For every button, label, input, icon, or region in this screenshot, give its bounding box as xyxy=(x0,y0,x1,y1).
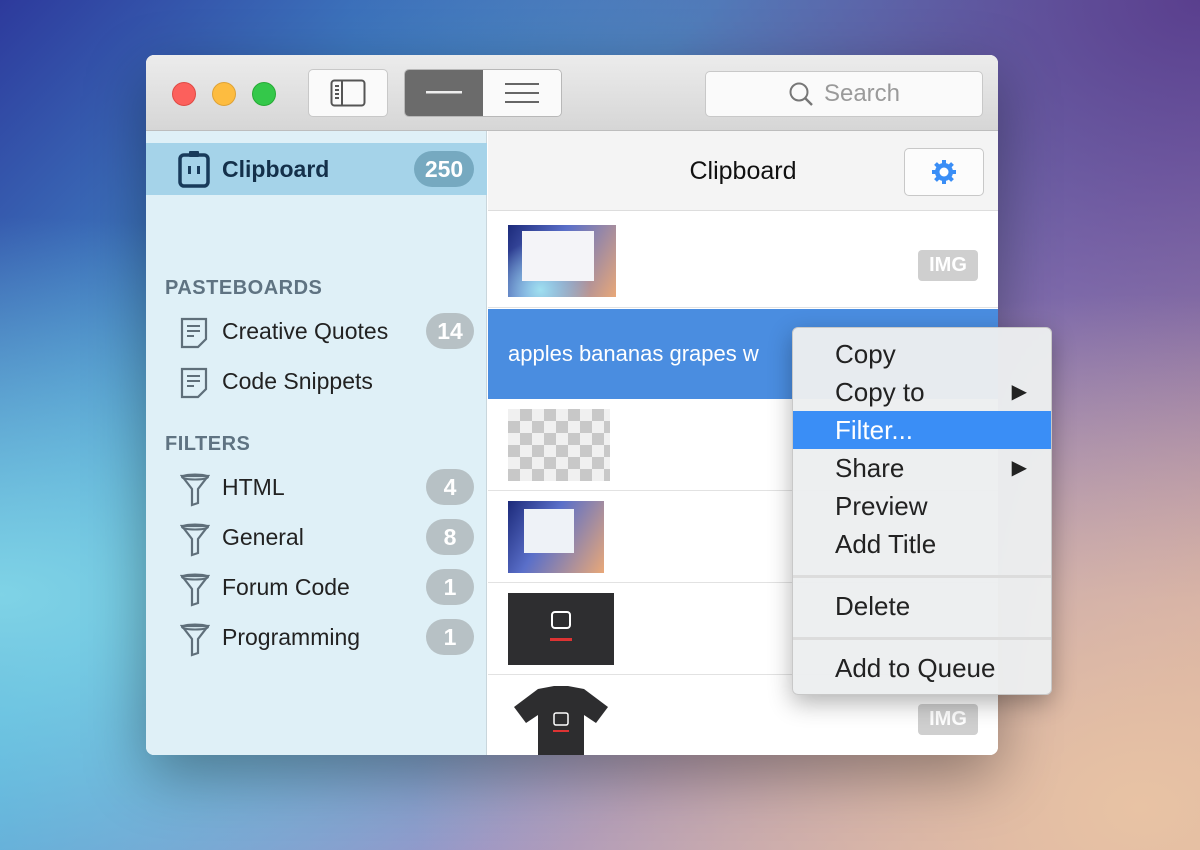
toggle-sidebar-button[interactable] xyxy=(308,69,388,117)
minimize-button[interactable] xyxy=(212,82,236,106)
close-button[interactable] xyxy=(172,82,196,106)
menu-item-label: Filter... xyxy=(835,415,914,445)
menu-item-label: Delete xyxy=(835,591,911,621)
menu-item-filter[interactable]: Filter... xyxy=(793,411,1051,449)
titlebar: Search xyxy=(146,55,998,131)
context-menu: Copy Copy to ▶ Filter... Share ▶ Preview A… xyxy=(792,327,1052,695)
count-badge: 4 xyxy=(426,469,474,505)
sidebar: Clipboard 250 PASTEBOARDS Creative Quote… xyxy=(146,131,487,755)
sidebar-icon xyxy=(330,79,366,107)
tshirt-thumbnail xyxy=(514,686,608,755)
funnel-icon xyxy=(180,473,210,507)
funnel-icon xyxy=(180,573,210,607)
menu-item-share[interactable]: Share ▶ xyxy=(793,449,1051,487)
menu-item-preview[interactable]: Preview xyxy=(793,487,1051,525)
menu-item-copy[interactable]: Copy xyxy=(793,335,1051,373)
sidebar-item-general[interactable]: General 8 xyxy=(146,515,487,559)
search-field[interactable]: Search xyxy=(705,71,983,117)
count-badge: 14 xyxy=(426,313,474,349)
funnel-icon xyxy=(180,523,210,557)
sidebar-item-label: Programming xyxy=(222,624,361,650)
gear-icon xyxy=(932,160,956,184)
single-line-icon xyxy=(426,91,462,94)
sidebar-item-forum-code[interactable]: Forum Code 1 xyxy=(146,565,487,609)
pasteboards-header: PASTEBOARDS xyxy=(165,277,323,299)
menu-item-label: Add to Queue xyxy=(835,653,996,683)
filters-header: FILTERS xyxy=(165,433,251,455)
settings-button[interactable] xyxy=(904,148,984,196)
zoom-button[interactable] xyxy=(252,82,276,106)
three-lines-icon xyxy=(505,83,539,103)
sidebar-item-label: General xyxy=(222,524,304,550)
clipboard-count-badge: 250 xyxy=(414,151,474,187)
clipboard-robot-icon xyxy=(178,151,210,188)
submenu-arrow-icon: ▶ xyxy=(1011,381,1027,403)
clipboard-label: Clipboard xyxy=(222,155,330,182)
note-icon xyxy=(180,317,208,349)
menu-item-label: Preview xyxy=(835,491,928,521)
list-view-button[interactable] xyxy=(483,70,561,116)
transparent-image-thumbnail xyxy=(508,409,610,481)
sidebar-item-code-snippets[interactable]: Code Snippets xyxy=(146,359,487,403)
tapbots-shirt-thumbnail xyxy=(508,593,614,665)
view-mode-segmented xyxy=(404,69,562,117)
sidebar-item-programming[interactable]: Programming 1 xyxy=(146,615,487,659)
menu-item-label: Copy to xyxy=(835,377,925,407)
clip-text: apples bananas grapes w xyxy=(508,341,759,366)
menu-item-delete[interactable]: Delete xyxy=(793,587,1051,625)
sidebar-item-label: Code Snippets xyxy=(222,368,373,394)
menu-separator xyxy=(793,637,1051,643)
search-icon xyxy=(789,82,813,106)
screenshot-thumbnail xyxy=(508,225,616,297)
sidebar-item-label: Creative Quotes xyxy=(222,318,389,344)
menu-item-label: Copy xyxy=(835,339,896,369)
sidebar-item-label: Forum Code xyxy=(222,574,350,600)
count-badge: 1 xyxy=(426,619,474,655)
count-badge: 8 xyxy=(426,519,474,555)
funnel-icon xyxy=(180,623,210,657)
note-icon xyxy=(180,367,208,399)
sidebar-item-label: HTML xyxy=(222,474,285,500)
menu-item-label: Share xyxy=(835,453,905,483)
count-badge: 1 xyxy=(426,569,474,605)
menu-item-add-title[interactable]: Add Title xyxy=(793,525,1051,563)
menu-item-copy-to[interactable]: Copy to ▶ xyxy=(793,373,1051,411)
list-item[interactable]: IMG xyxy=(488,215,998,308)
sidebar-item-html[interactable]: HTML 4 xyxy=(146,465,487,509)
img-badge: IMG xyxy=(918,250,978,281)
screenshot-thumbnail xyxy=(508,501,604,573)
menu-separator xyxy=(793,575,1051,581)
sidebar-item-clipboard[interactable]: Clipboard 250 xyxy=(146,143,487,195)
sidebar-item-creative-quotes[interactable]: Creative Quotes 14 xyxy=(146,309,487,353)
menu-item-label: Add Title xyxy=(835,529,937,559)
compact-view-button[interactable] xyxy=(405,70,483,116)
search-placeholder: Search xyxy=(823,80,901,107)
submenu-arrow-icon: ▶ xyxy=(1011,457,1027,479)
img-badge: IMG xyxy=(918,704,978,735)
menu-item-add-to-queue[interactable]: Add to Queue xyxy=(793,649,1051,687)
list-header: Clipboard xyxy=(488,131,998,211)
